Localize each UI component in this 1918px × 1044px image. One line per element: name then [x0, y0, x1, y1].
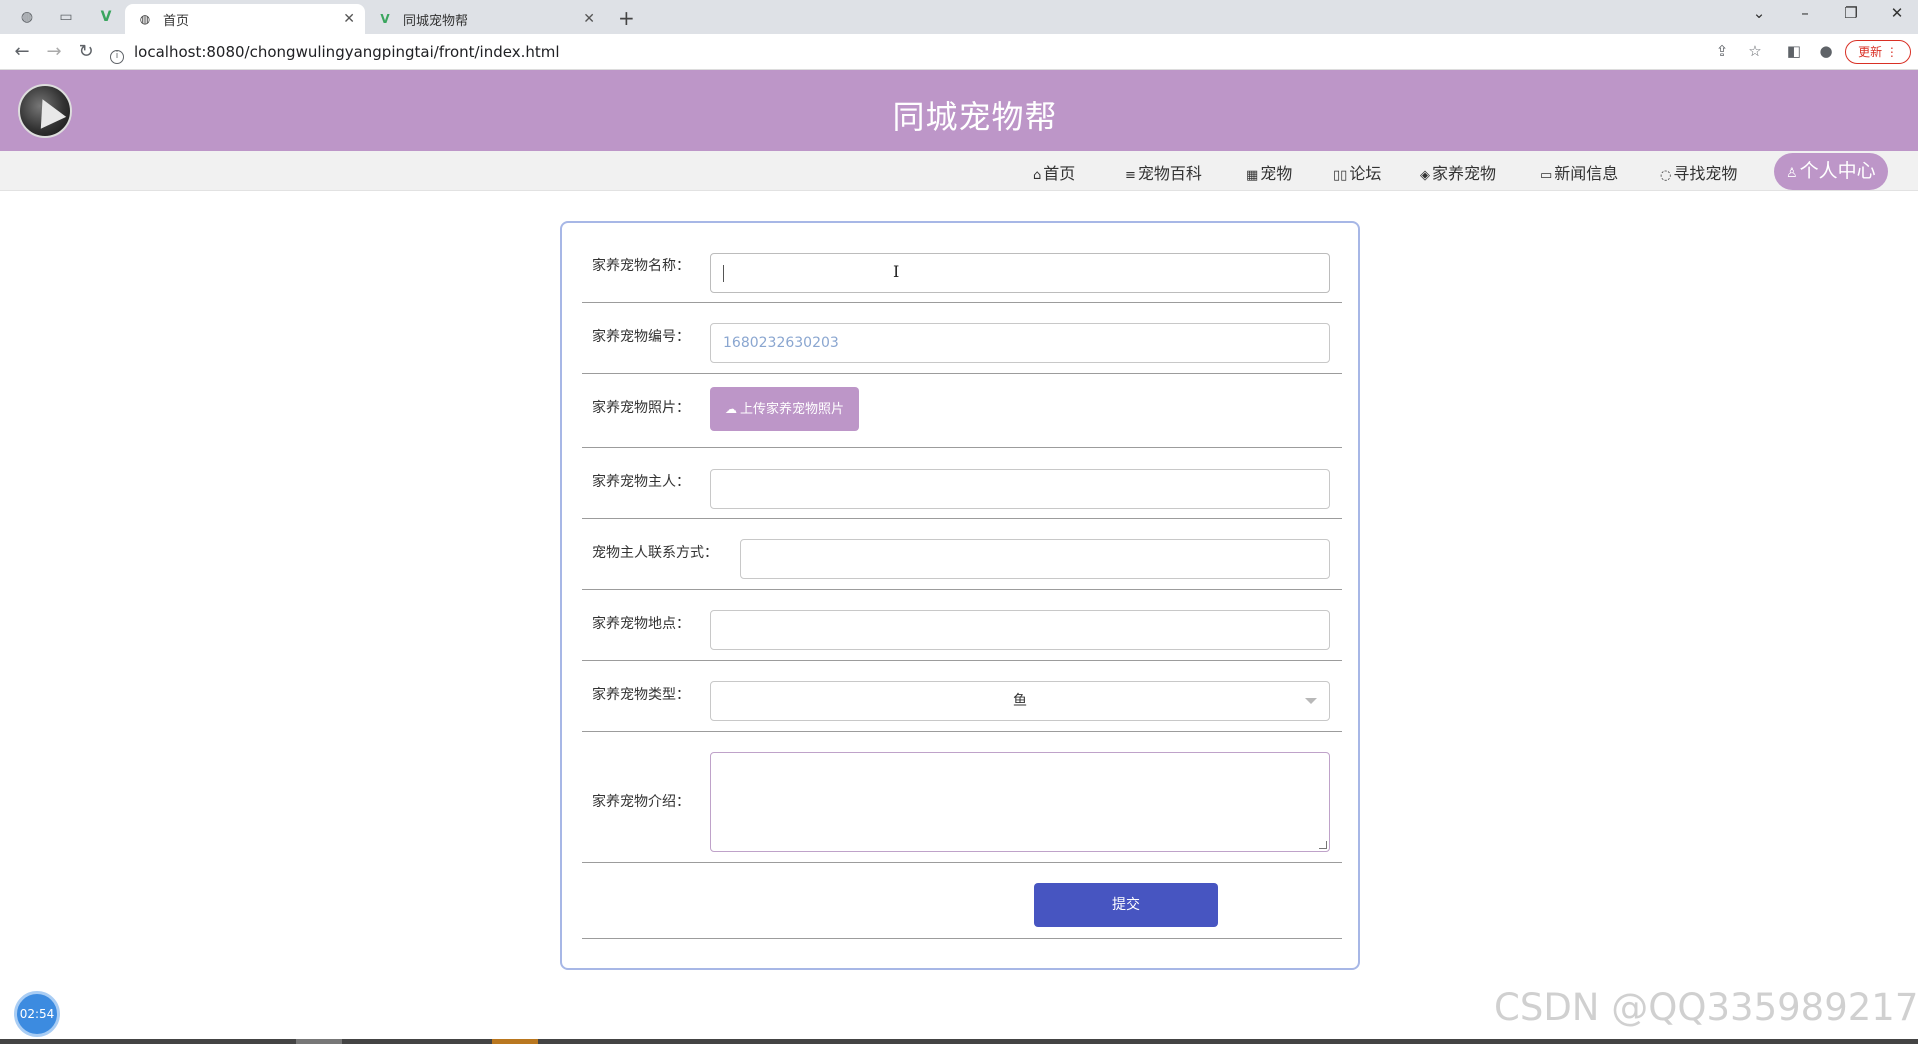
nav-label: 宠物百科: [1137, 164, 1202, 183]
tab-site[interactable]: V 同城宠物帮 ✕: [365, 4, 605, 34]
form-row-name: 家养宠物名称：: [582, 223, 1342, 303]
resize-handle-icon[interactable]: [1319, 841, 1327, 849]
nav-label: 寻找宠物: [1673, 164, 1738, 183]
upload-label: 上传家养宠物照片: [739, 402, 844, 417]
tab-home[interactable]: ◍ 首页 ✕: [125, 4, 365, 34]
pet-name-input[interactable]: [710, 253, 1330, 293]
vue-logo-icon[interactable]: V: [95, 6, 117, 28]
cloud-upload-icon: ☁: [724, 402, 737, 416]
form-row-location: 家养宠物地点：: [582, 590, 1342, 661]
form-row-number: 家养宠物编号： 1680232630203: [582, 303, 1342, 374]
update-button[interactable]: 更新 ⋮: [1845, 40, 1911, 64]
restore-icon[interactable]: ❐: [1836, 4, 1866, 22]
forward-icon[interactable]: →: [42, 41, 66, 62]
list-icon: ≡: [1125, 168, 1136, 183]
nav-item-home[interactable]: ⌂ 首页: [1033, 160, 1075, 184]
nav-item-pet-encyclopedia[interactable]: ≡ 宠物百科: [1125, 160, 1202, 184]
field-label: 家养宠物照片：: [592, 400, 690, 416]
form-row-type: 家养宠物类型： 鱼: [582, 661, 1342, 732]
nav-label: 首页: [1043, 164, 1076, 183]
form-row-submit: 提交: [582, 863, 1342, 939]
side-panel-icon[interactable]: ◧: [1783, 42, 1805, 60]
nav-item-domestic-pets[interactable]: ◈ 家养宠物: [1420, 160, 1496, 184]
nav-item-find-pets[interactable]: ◌ 寻找宠物: [1660, 160, 1737, 184]
watermark: CSDN @QQ3359892174: [1494, 986, 1918, 1029]
globe-icon: ◍: [139, 12, 151, 26]
nav-label: 个人中心: [1799, 160, 1876, 182]
taskbar-strip: [0, 1039, 1918, 1044]
back-icon[interactable]: ←: [10, 41, 34, 62]
nav-label: 论坛: [1349, 164, 1382, 183]
browser-address-bar: ← → ↻ i localhost:8080/chongwulingyangpin…: [0, 34, 1918, 70]
main-nav: ⌂ 首页 ≡ 宠物百科 ▦ 宠物 ▯▯ 论坛 ◈ 家养宠物 ▭ 新闻信息 ◌ 寻找宠物 ♙ 个人…: [0, 151, 1918, 191]
owner-contact-input[interactable]: [740, 539, 1330, 579]
new-tab-icon[interactable]: +: [618, 6, 635, 30]
power-icon: ◌: [1660, 168, 1672, 183]
form-row-intro: 家养宠物介绍：: [582, 732, 1342, 863]
nav-item-news[interactable]: ▭ 新闻信息: [1540, 160, 1618, 184]
book-icon: ▭: [1540, 168, 1553, 183]
site-header: 同城宠物帮: [0, 70, 1918, 151]
home-icon: ⌂: [1033, 168, 1042, 183]
location-input[interactable]: [710, 610, 1330, 650]
submit-button[interactable]: 提交: [1034, 883, 1218, 927]
owner-input[interactable]: [710, 469, 1330, 509]
vue-logo-icon: V: [380, 12, 390, 26]
site-title: 同城宠物帮: [892, 98, 1058, 136]
update-label: 更新: [1858, 45, 1883, 59]
close-icon[interactable]: ✕: [583, 11, 595, 27]
close-window-icon[interactable]: ✕: [1882, 4, 1912, 22]
field-label: 家养宠物地点：: [592, 616, 690, 632]
close-icon[interactable]: ✕: [343, 11, 355, 27]
field-label: 家养宠物类型：: [592, 687, 690, 703]
pet-type-select[interactable]: 鱼: [710, 681, 1330, 721]
taskbar-item: [492, 1039, 538, 1044]
url-field[interactable]: i localhost:8080/chongwulingyangpingtai/f…: [110, 40, 1730, 64]
url-text: localhost:8080/chongwulingyangpingtai/fr…: [134, 43, 560, 61]
recording-timer-badge[interactable]: 02:54: [14, 991, 60, 1037]
form-row-photo: 家养宠物照片： ☁ 上传家养宠物照片: [582, 374, 1342, 448]
tab-label: 首页: [163, 13, 190, 29]
tab-search-chevron-icon[interactable]: ⌄: [1744, 4, 1774, 22]
minimize-icon[interactable]: –: [1790, 4, 1820, 22]
field-label: 家养宠物介绍：: [592, 794, 690, 810]
tab-label: 同城宠物帮: [403, 13, 469, 29]
reload-icon[interactable]: ↻: [74, 41, 98, 62]
upload-photo-button[interactable]: ☁ 上传家养宠物照片: [710, 387, 859, 431]
text-caret: [723, 265, 724, 282]
grid-icon: ▦: [1246, 168, 1259, 183]
field-label: 宠物主人联系方式：: [592, 545, 718, 561]
nav-item-pets[interactable]: ▦ 宠物: [1246, 160, 1292, 184]
nav-item-forum[interactable]: ▯▯ 论坛: [1333, 160, 1381, 184]
graduation-cap-icon: ◈: [1420, 168, 1430, 183]
nav-label: 新闻信息: [1554, 164, 1619, 183]
share-icon[interactable]: ⇪: [1711, 42, 1733, 60]
info-icon[interactable]: i: [110, 50, 124, 64]
user-icon: ♙: [1786, 166, 1798, 181]
nav-label: 宠物: [1260, 164, 1293, 183]
globe-icon[interactable]: ◍: [16, 6, 38, 28]
profile-icon[interactable]: ●: [1815, 42, 1837, 60]
pet-intro-textarea[interactable]: [710, 752, 1330, 852]
taskbar-item: [296, 1039, 342, 1044]
blank-tab-icon[interactable]: ▭: [55, 6, 77, 28]
mouse-text-cursor-icon: I: [893, 262, 900, 281]
domestic-pet-form: 家养宠物名称： 家养宠物编号： 1680232630203 家养宠物照片： ☁ 上…: [560, 221, 1360, 970]
selected-type: 鱼: [1013, 693, 1027, 709]
browser-tab-bar: ◍ ▭ V ◍ 首页 ✕ V 同城宠物帮 ✕ + ⌄ – ❐ ✕: [0, 0, 1918, 34]
form-row-contact: 宠物主人联系方式：: [582, 519, 1342, 590]
chevron-down-icon: [1305, 698, 1317, 704]
field-label: 家养宠物名称：: [592, 258, 690, 274]
bookmark-star-icon[interactable]: ☆: [1744, 42, 1766, 60]
forum-icon: ▯▯: [1333, 168, 1348, 183]
nav-label: 家养宠物: [1432, 164, 1497, 183]
pet-number-input[interactable]: 1680232630203: [710, 323, 1330, 363]
form-row-owner: 家养宠物主人：: [582, 448, 1342, 519]
field-label: 家养宠物主人：: [592, 474, 690, 490]
field-label: 家养宠物编号：: [592, 329, 690, 345]
nav-item-personal-center[interactable]: ♙ 个人中心: [1774, 153, 1888, 190]
